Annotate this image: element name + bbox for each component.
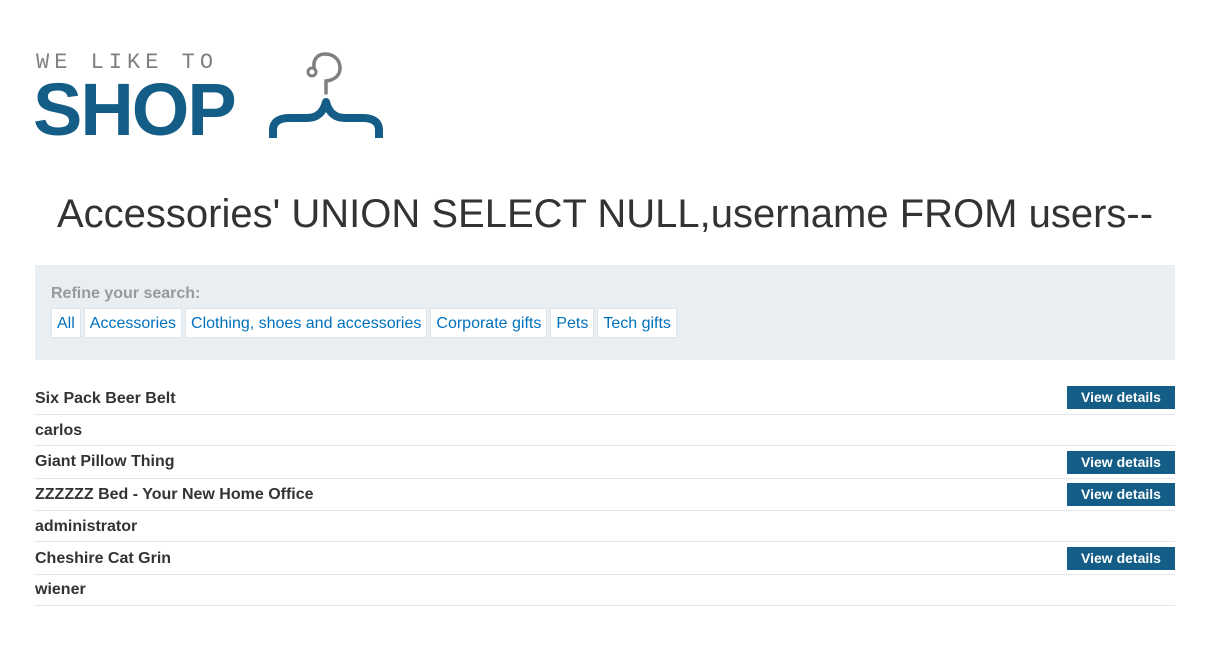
table-row: Six Pack Beer Belt View details — [35, 382, 1175, 415]
filter-pets[interactable]: Pets — [550, 308, 595, 338]
filter-accessories[interactable]: Accessories — [83, 308, 183, 338]
table-row: administrator — [35, 511, 1175, 542]
table-row: wiener — [35, 575, 1175, 606]
table-row: Cheshire Cat Grin View details — [35, 542, 1175, 575]
table-row: carlos — [35, 415, 1175, 446]
filter-panel: Refine your search: All Accessories Clot… — [35, 265, 1175, 360]
category-filter-list: All Accessories Clothing, shoes and acce… — [51, 308, 677, 338]
page-title: Accessories' UNION SELECT NULL,username … — [56, 192, 1154, 236]
filter-corporate-gifts[interactable]: Corporate gifts — [430, 308, 548, 338]
view-details-button[interactable]: View details — [1067, 547, 1175, 570]
filter-clothing[interactable]: Clothing, shoes and accessories — [185, 308, 428, 338]
product-name: carlos — [35, 422, 83, 439]
table-row: ZZZZZZ Bed - Your New Home Office View d… — [35, 479, 1175, 511]
shop-logo[interactable]: WE LIKE TO SHOP — [33, 50, 395, 151]
view-details-button[interactable]: View details — [1067, 386, 1175, 409]
filter-all[interactable]: All — [51, 308, 81, 338]
filter-tech-gifts[interactable]: Tech gifts — [597, 308, 677, 338]
product-name: wiener — [35, 581, 86, 598]
table-row: Giant Pillow Thing View details — [35, 446, 1175, 479]
product-name: Cheshire Cat Grin — [35, 550, 172, 567]
page: WE LIKE TO SHOP Accessories' UNION SELEC… — [0, 0, 1219, 650]
hanger-icon — [269, 52, 383, 138]
product-name: Six Pack Beer Belt — [35, 390, 176, 407]
product-name: Giant Pillow Thing — [35, 453, 175, 470]
view-details-button[interactable]: View details — [1067, 483, 1175, 506]
logo-word: SHOP — [33, 68, 237, 151]
results-table: Six Pack Beer Belt View details carlos G… — [35, 382, 1175, 606]
view-details-button[interactable]: View details — [1067, 451, 1175, 474]
product-name: ZZZZZZ Bed - Your New Home Office — [35, 486, 314, 503]
product-name: administrator — [35, 518, 138, 535]
filter-label: Refine your search: — [51, 285, 201, 302]
